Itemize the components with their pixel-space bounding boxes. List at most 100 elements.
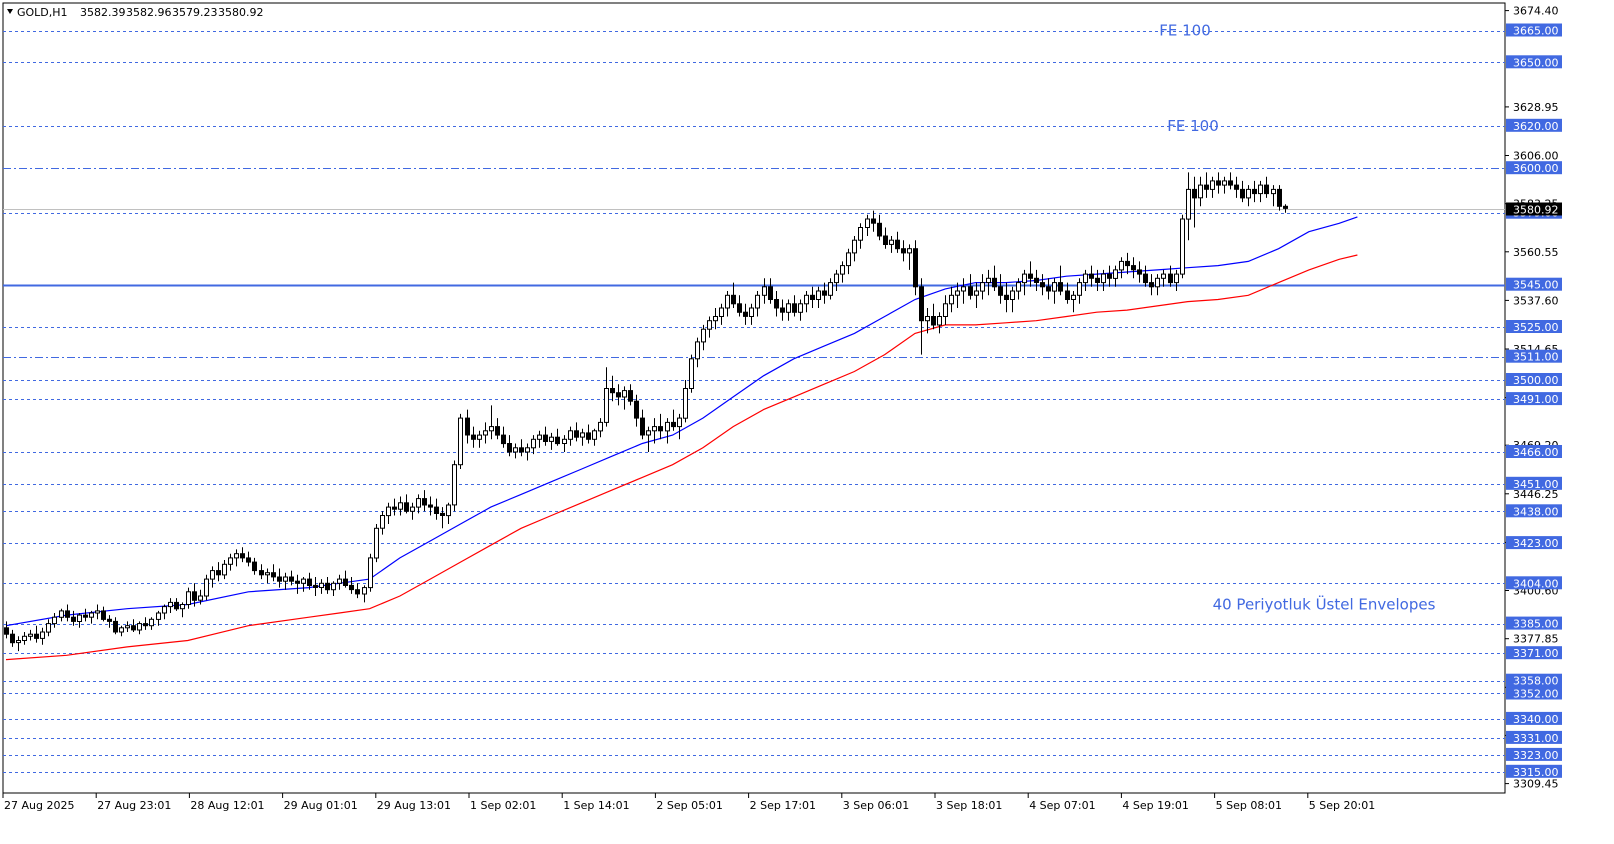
candle-body <box>392 506 397 510</box>
candle-body <box>919 286 924 322</box>
chart-svg[interactable]: FE 100 FE 100 40 Periyotluk Üstel Envelope… <box>0 0 1614 840</box>
current-price-label: 3580.92 <box>1513 204 1559 217</box>
candle-194[interactable] <box>1180 214 1185 279</box>
candle-body <box>998 286 1003 296</box>
price-tick-label-15: 3309.45 <box>1513 778 1559 791</box>
candle-body <box>949 294 954 305</box>
candle-body <box>1198 184 1203 199</box>
candle-body <box>22 635 27 641</box>
candle-body <box>440 512 445 517</box>
level-label-10: 3466.00 <box>1513 446 1559 459</box>
candle-body <box>598 421 603 432</box>
candle-33[interactable] <box>204 574 209 601</box>
candle-body <box>1089 273 1094 279</box>
candle-body <box>368 557 373 589</box>
candle-body <box>1052 282 1057 292</box>
candle-113[interactable] <box>689 354 694 393</box>
time-tick-label-14: 5 Sep 20:01 <box>1309 799 1375 812</box>
price-tick-label-4: 3560.55 <box>1513 246 1559 259</box>
price-tick-label-2: 3606.00 <box>1513 150 1559 163</box>
candle-body <box>1168 273 1173 284</box>
candle-210[interactable] <box>1277 185 1282 211</box>
candle-body <box>665 421 670 432</box>
candle-body <box>362 587 367 595</box>
candle-body <box>40 631 45 639</box>
candle-body <box>337 578 342 584</box>
candle-body <box>1071 294 1076 300</box>
candle-60[interactable] <box>368 553 373 592</box>
candle-body <box>810 294 815 300</box>
candle-body <box>428 504 433 508</box>
candle-61[interactable] <box>374 524 379 563</box>
candle-body <box>895 239 900 250</box>
candle-body <box>749 307 754 317</box>
level-label-9: 3491.00 <box>1513 393 1559 406</box>
candle-body <box>313 584 318 589</box>
candle-body <box>604 388 609 423</box>
candle-body <box>1234 184 1239 190</box>
candle-body <box>562 438 567 444</box>
candle-body <box>628 390 633 402</box>
candle-body <box>719 307 724 317</box>
candle-body <box>198 595 203 601</box>
candle-74[interactable] <box>452 460 457 512</box>
price-tick-label-12: 3377.85 <box>1513 633 1559 646</box>
candle-body <box>677 417 682 428</box>
candle-body <box>95 610 100 614</box>
candle-body <box>1004 294 1009 300</box>
candle-body <box>816 290 821 300</box>
candle-body <box>931 316 936 326</box>
level-label-5: 3545.00 <box>1513 279 1559 292</box>
candle-body <box>768 286 773 300</box>
candle-body <box>1095 277 1100 283</box>
time-tick-label-0: 27 Aug 2025 <box>4 799 74 812</box>
candle-body <box>307 578 312 586</box>
candle-body <box>1252 188 1257 195</box>
candle-150[interactable] <box>913 240 918 296</box>
candle-body <box>1113 269 1118 279</box>
candle-body <box>992 277 997 288</box>
candle-body <box>1216 180 1221 186</box>
time-tick-label-12: 4 Sep 19:01 <box>1122 799 1188 812</box>
candle-body <box>755 294 760 309</box>
level-label-21: 3323.00 <box>1513 749 1559 762</box>
candle-body <box>1125 260 1130 267</box>
level-label-17: 3358.00 <box>1513 675 1559 688</box>
candle-body <box>1077 282 1082 296</box>
candle-body <box>28 633 33 637</box>
chart-area[interactable]: FE 100 FE 100 40 Periyotluk Üstel Envelope… <box>0 0 1614 840</box>
level-label-1: 3650.00 <box>1513 56 1559 69</box>
time-tick-label-8: 2 Sep 17:01 <box>750 799 816 812</box>
candle-body <box>186 591 191 605</box>
candle-body <box>107 618 112 622</box>
candle-body <box>410 506 415 512</box>
candle-body <box>1016 282 1021 292</box>
candle-body <box>101 610 106 620</box>
level-label-2: 3620.00 <box>1513 120 1559 133</box>
candle-body <box>961 286 966 292</box>
header-open: 3582.39 <box>80 6 126 19</box>
candle-body <box>792 303 797 313</box>
candle-body <box>1155 277 1160 288</box>
candle-75[interactable] <box>458 413 463 469</box>
candle-body <box>507 443 512 453</box>
level-label-18: 3352.00 <box>1513 688 1559 701</box>
candle-body <box>216 570 221 576</box>
candle-body <box>246 557 251 563</box>
time-tick-label-1: 27 Aug 23:01 <box>97 799 171 812</box>
candle-body <box>871 218 876 224</box>
candle-body <box>592 430 597 440</box>
candle-body <box>798 303 803 313</box>
candle-body <box>83 614 88 618</box>
candle-body <box>774 299 779 309</box>
candle-body <box>52 616 57 625</box>
level-label-0: 3665.00 <box>1513 25 1559 38</box>
candle-body <box>634 400 639 419</box>
candle-body <box>131 625 136 631</box>
candle-body <box>125 625 130 629</box>
candle-body <box>652 426 657 432</box>
candle-body <box>319 582 324 588</box>
candle-body <box>162 606 167 614</box>
candle-body <box>416 498 421 508</box>
candle-body <box>695 341 700 360</box>
